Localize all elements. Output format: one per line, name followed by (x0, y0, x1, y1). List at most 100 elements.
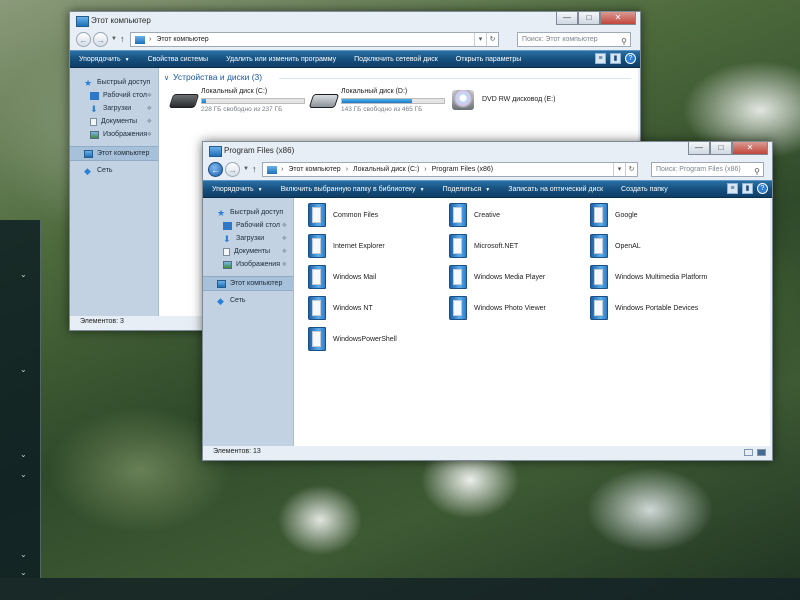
view-options-icon[interactable]: ≡ (727, 183, 738, 194)
sidebar-item-downloads[interactable]: ⬇ Загрузки ❖ (70, 102, 158, 115)
breadcrumb-separator-icon[interactable]: › (346, 166, 348, 173)
folder-item[interactable]: Windows Photo Viewer (449, 294, 546, 322)
preview-pane-icon[interactable]: ▮ (742, 183, 753, 194)
back-button[interactable]: ← (76, 32, 91, 47)
sidebar-item-downloads[interactable]: ⬇ Загрузки ❖ (203, 232, 293, 245)
pin-icon[interactable]: ❖ (282, 261, 287, 268)
close-button[interactable]: ✕ (732, 142, 768, 155)
refresh-button[interactable]: ↻ (625, 163, 637, 176)
minimize-button[interactable]: — (556, 12, 578, 25)
drive-e[interactable]: DVD RW дисковод (E:) (452, 88, 592, 116)
chevron-down-icon[interactable]: ⌄ (20, 365, 27, 374)
details-view-icon[interactable] (744, 449, 753, 456)
pin-icon[interactable]: ❖ (147, 131, 152, 138)
folder-item[interactable]: Internet Explorer (308, 232, 385, 260)
breadcrumb-item[interactable]: Program Files (x86) (432, 166, 493, 173)
breadcrumb-separator-icon[interactable]: › (424, 166, 426, 173)
chevron-down-icon[interactable]: ⌄ (20, 270, 27, 279)
chevron-down-icon[interactable]: ▼ (243, 166, 249, 172)
tiles-view-icon[interactable] (757, 449, 766, 456)
forward-button[interactable]: → (225, 162, 240, 177)
folder-item[interactable]: OpenAL (590, 232, 641, 260)
chevron-down-icon[interactable]: ⌄ (20, 470, 27, 479)
chevron-down-icon[interactable]: ⌄ (20, 450, 27, 459)
minimize-button[interactable]: — (688, 142, 710, 155)
sidebar-item-quick-access[interactable]: ★ Быстрый доступ (203, 206, 293, 219)
maximize-button[interactable]: □ (578, 12, 600, 25)
pin-icon[interactable]: ❖ (282, 235, 287, 242)
help-icon[interactable]: ? (757, 183, 768, 194)
view-options-icon[interactable]: ≡ (595, 53, 606, 64)
maximize-button[interactable]: □ (710, 142, 732, 155)
folder-item[interactable]: Creative (449, 201, 500, 229)
up-arrow-icon[interactable]: ↑ (120, 34, 125, 44)
pin-icon[interactable]: ❖ (147, 105, 152, 112)
forward-button[interactable]: → (93, 32, 108, 47)
search-icon[interactable]: ⚲ (754, 165, 760, 178)
folder-item[interactable]: WindowsPowerShell (308, 325, 397, 353)
sidebar-item-network[interactable]: ◆ Сеть (70, 164, 158, 177)
folder-item[interactable]: Windows Media Player (449, 263, 545, 291)
folder-item[interactable]: Common Files (308, 201, 378, 229)
system-properties-button[interactable]: Свойства системы (139, 56, 217, 63)
sidebar-item-pictures[interactable]: Изображения ❖ (70, 128, 158, 141)
folder-item[interactable]: Windows Multimedia Platform (590, 263, 707, 291)
organize-button[interactable]: Упорядочить ▼ (203, 186, 272, 193)
folder-item[interactable]: Microsoft.NET (449, 232, 518, 260)
share-button[interactable]: Поделиться ▼ (434, 186, 500, 193)
uninstall-program-button[interactable]: Удалить или изменить программу (217, 56, 345, 63)
breadcrumb-separator-icon[interactable]: › (149, 36, 151, 43)
sidebar-item-this-computer[interactable]: Этот компьютер (203, 276, 293, 291)
chevron-down-icon[interactable]: ⌄ (20, 568, 27, 577)
refresh-button[interactable]: ↻ (486, 33, 498, 46)
folder-item[interactable]: Windows Portable Devices (590, 294, 698, 322)
chevron-down-icon[interactable]: ▼ (111, 36, 117, 42)
search-input[interactable]: Поиск: Этот компьютер ⚲ (517, 32, 631, 47)
address-dropdown-button[interactable]: ▾ (613, 163, 625, 176)
preview-pane-icon[interactable]: ▮ (610, 53, 621, 64)
pin-icon[interactable]: ❖ (282, 248, 287, 255)
drive-c[interactable]: Локальный диск (C:) 228 ГБ свободно из 2… (168, 88, 311, 116)
sidebar-item-quick-access[interactable]: ★ Быстрый доступ (70, 76, 158, 89)
map-network-drive-button[interactable]: Подключить сетевой диск (345, 56, 447, 63)
address-bar[interactable]: › Этот компьютер ▾ ↻ (130, 32, 499, 47)
pin-icon[interactable]: ❖ (147, 118, 152, 125)
titlebar[interactable]: Program Files (x86) — □ ✕ (203, 142, 772, 160)
burn-disc-button[interactable]: Записать на оптический диск (499, 186, 612, 193)
open-settings-button[interactable]: Открыть параметры (447, 56, 531, 63)
back-button[interactable]: ← (208, 162, 223, 177)
pin-icon[interactable]: ❖ (147, 92, 152, 99)
drive-d[interactable]: Локальный диск (D:) 143 ГБ свободно из 4… (308, 88, 451, 116)
search-icon[interactable]: ⚲ (621, 35, 627, 48)
collapse-group-icon[interactable]: ∨ (164, 74, 169, 82)
address-bar[interactable]: › Этот компьютер › Локальный диск (C:) ›… (262, 162, 638, 177)
help-icon[interactable]: ? (625, 53, 636, 64)
breadcrumb-item[interactable]: Этот компьютер (288, 166, 340, 173)
sidebar-item-documents[interactable]: Документы ❖ (203, 245, 293, 258)
breadcrumb-separator-icon[interactable]: › (281, 166, 283, 173)
search-input[interactable]: Поиск: Program Files (x86) ⚲ (651, 162, 764, 177)
folder-item[interactable]: Windows NT (308, 294, 373, 322)
sidebar-item-this-computer[interactable]: Этот компьютер (70, 146, 158, 161)
sidebar-item-network[interactable]: ◆ Сеть (203, 294, 293, 307)
group-header[interactable]: Устройства и диски (3) (173, 72, 262, 82)
titlebar[interactable]: Этот компьютер — □ ✕ (70, 12, 640, 30)
include-in-library-button[interactable]: Включить выбранную папку в библиотеку ▼ (272, 186, 434, 193)
folder-item[interactable]: Google (590, 201, 638, 229)
content-pane: Common Files Creative Google Internet Ex… (294, 198, 770, 446)
breadcrumb-item[interactable]: Этот компьютер (156, 36, 208, 43)
folder-icon (590, 203, 608, 227)
chevron-down-icon[interactable]: ⌄ (20, 550, 27, 559)
up-arrow-icon[interactable]: ↑ (252, 164, 257, 174)
pin-icon[interactable]: ❖ (282, 222, 287, 229)
organize-button[interactable]: Упорядочить ▼ (70, 56, 139, 63)
breadcrumb-item[interactable]: Локальный диск (C:) (353, 166, 419, 173)
sidebar-item-documents[interactable]: Документы ❖ (70, 115, 158, 128)
folder-item[interactable]: Windows Mail (308, 263, 376, 291)
new-folder-button[interactable]: Создать папку (612, 186, 677, 193)
sidebar-item-pictures[interactable]: Изображения ❖ (203, 258, 293, 271)
sidebar-item-desktop[interactable]: Рабочий стол ❖ (203, 219, 293, 232)
sidebar-item-desktop[interactable]: Рабочий стол ❖ (70, 89, 158, 102)
close-button[interactable]: ✕ (600, 12, 636, 25)
address-dropdown-button[interactable]: ▾ (474, 33, 486, 46)
